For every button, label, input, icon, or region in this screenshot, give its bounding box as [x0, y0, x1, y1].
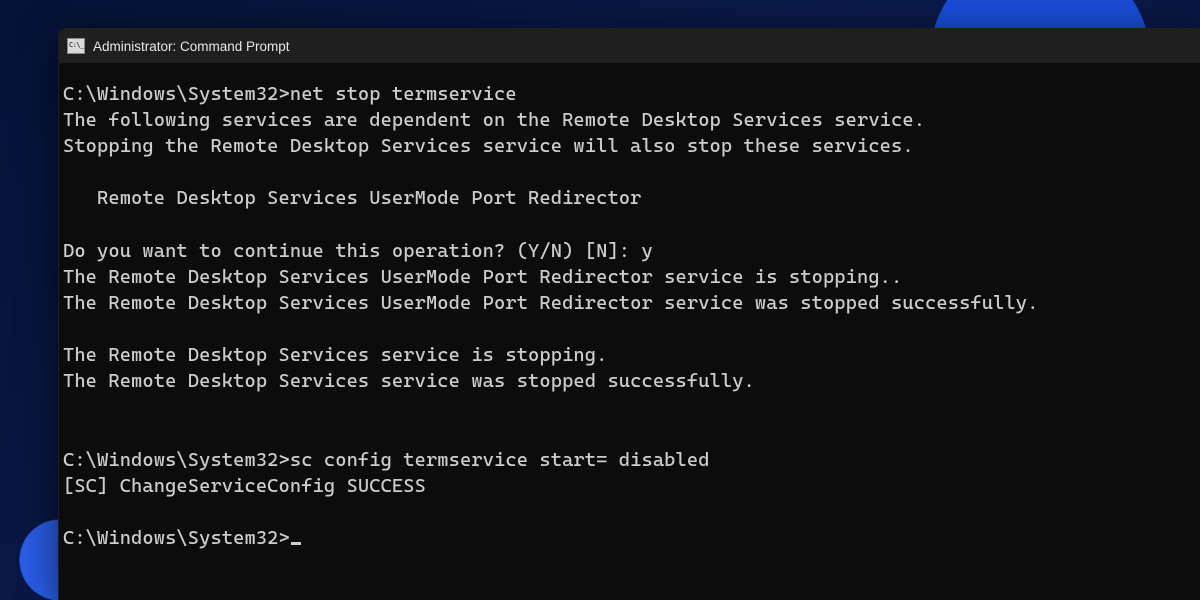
cursor-icon — [291, 542, 301, 545]
terminal-line: C:\Windows\System32>net stop termservice — [63, 82, 517, 105]
desktop-background: Administrator: Command Prompt C:\Windows… — [0, 0, 1200, 600]
terminal-line: The Remote Desktop Services UserMode Por… — [63, 265, 902, 288]
window-titlebar[interactable]: Administrator: Command Prompt — [59, 29, 1200, 63]
terminal-line: C:\Windows\System32>sc config termservic… — [63, 448, 710, 471]
command-prompt-window: Administrator: Command Prompt C:\Windows… — [58, 28, 1200, 600]
cmd-icon — [67, 38, 85, 54]
window-title: Administrator: Command Prompt — [93, 39, 290, 54]
terminal-line: [SC] ChangeServiceConfig SUCCESS — [63, 474, 426, 497]
terminal-line: Remote Desktop Services UserMode Port Re… — [63, 186, 641, 209]
terminal-line: Do you want to continue this operation? … — [63, 239, 653, 262]
terminal-line: The Remote Desktop Services UserMode Por… — [63, 291, 1038, 314]
terminal-output[interactable]: C:\Windows\System32>net stop termservice… — [59, 63, 1200, 555]
terminal-line: The Remote Desktop Services service was … — [63, 369, 755, 392]
terminal-line: The Remote Desktop Services service is s… — [63, 343, 607, 366]
terminal-line: The following services are dependent on … — [63, 108, 925, 131]
terminal-line: Stopping the Remote Desktop Services ser… — [63, 134, 914, 157]
terminal-prompt: C:\Windows\System32> — [63, 526, 290, 549]
